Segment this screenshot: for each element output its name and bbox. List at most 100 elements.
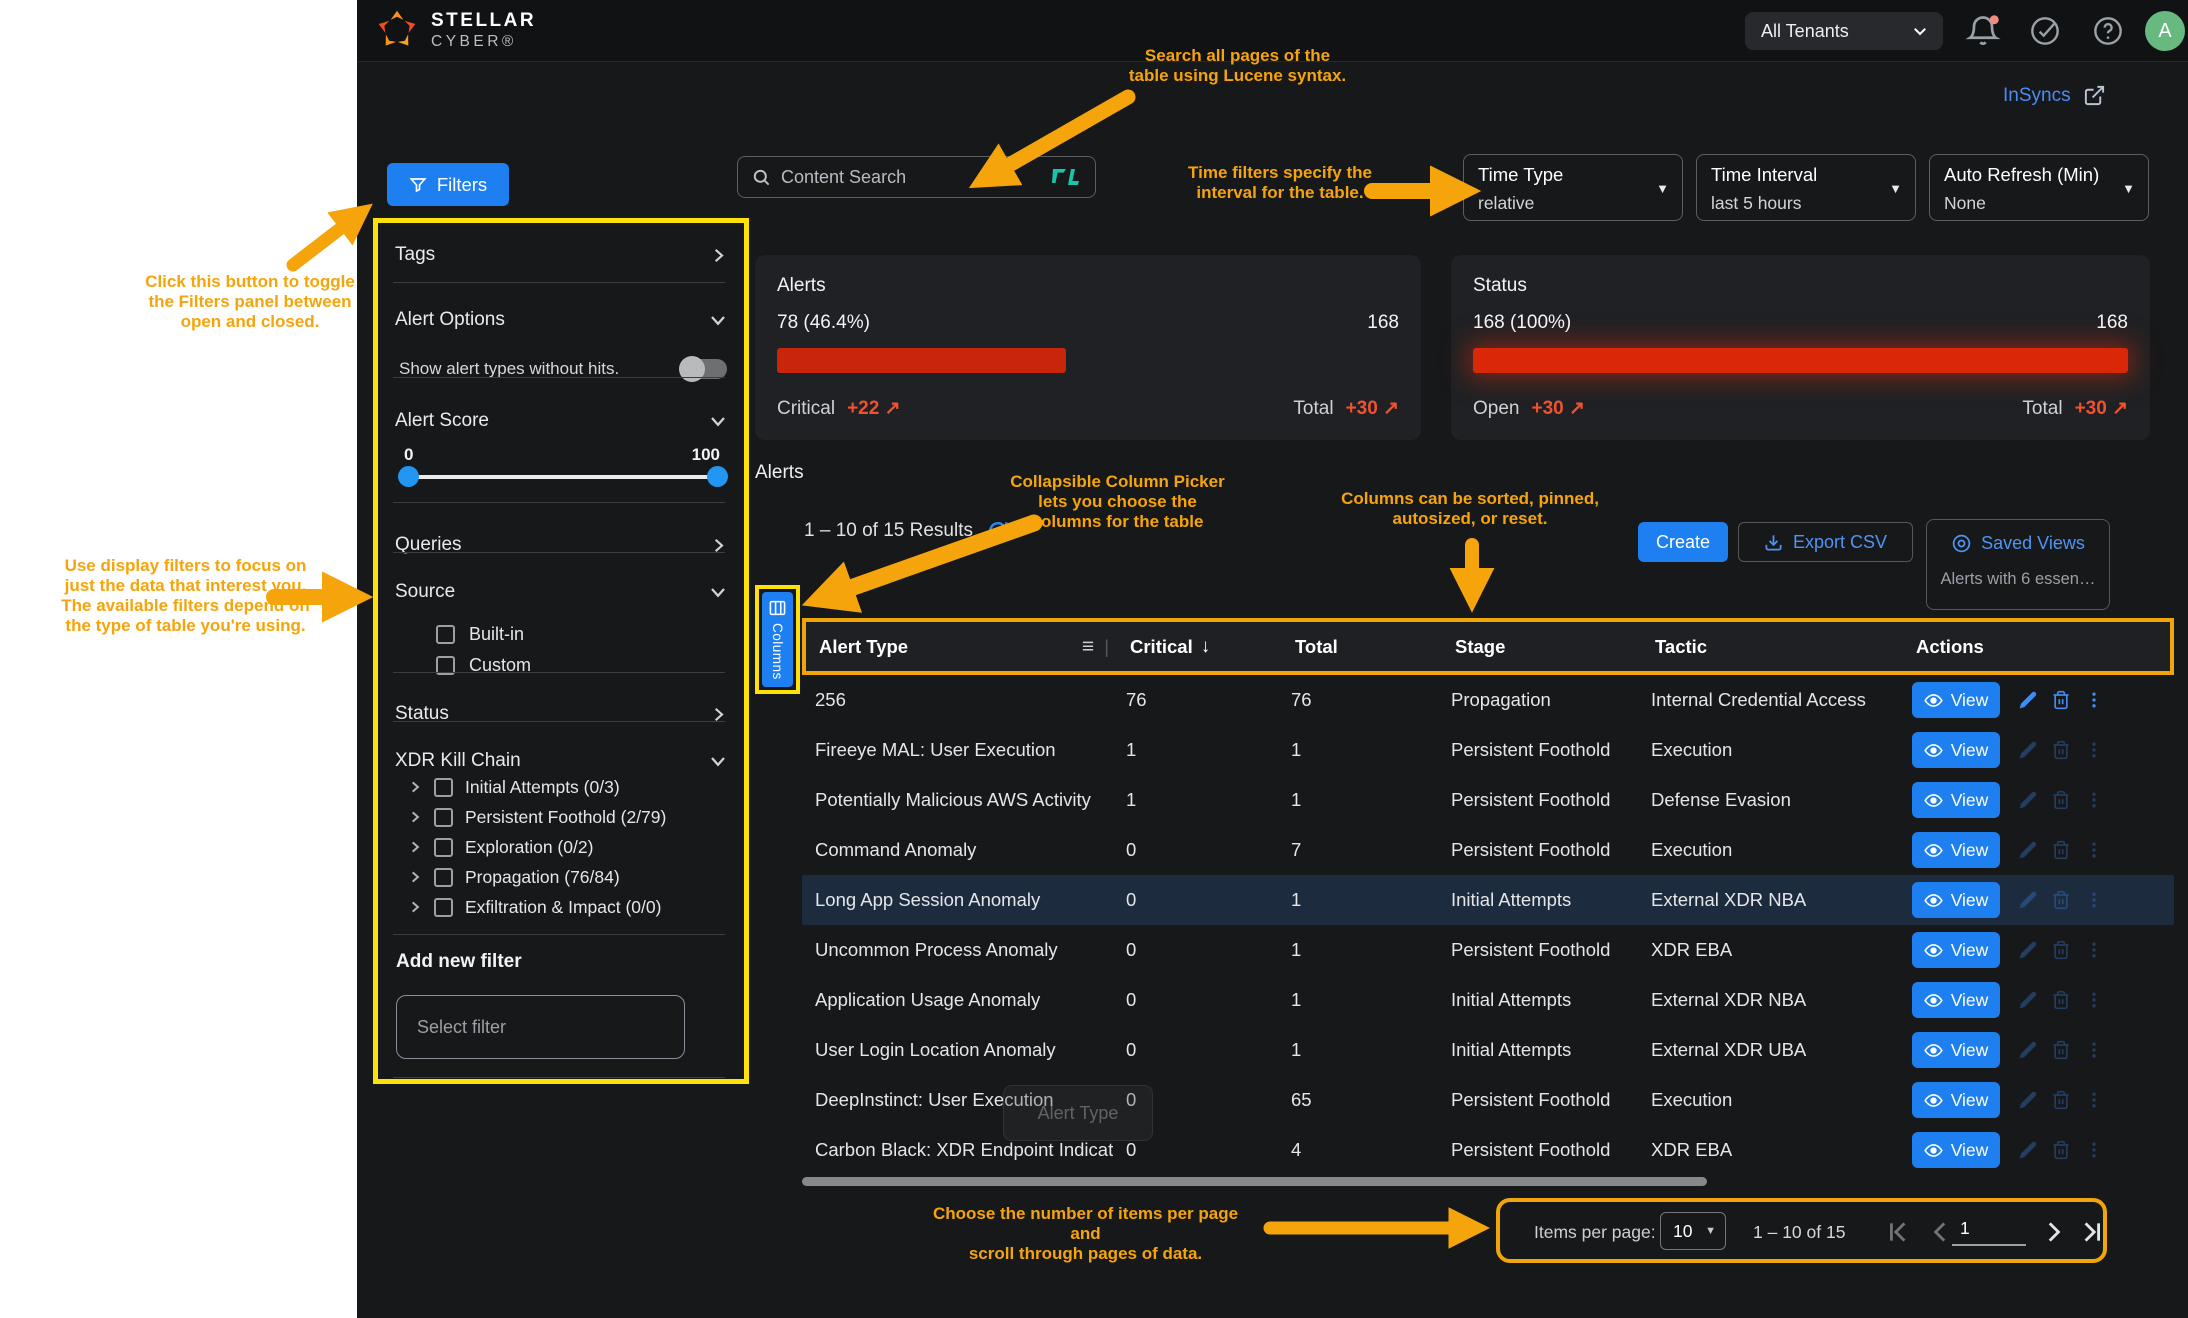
- source-option-built-in[interactable]: Built-in: [436, 618, 524, 650]
- edit-pencil-icon[interactable]: [2018, 790, 2038, 810]
- view-button[interactable]: View: [1912, 982, 2000, 1018]
- checkbox[interactable]: [434, 838, 453, 857]
- edit-pencil-icon[interactable]: [2018, 890, 2038, 910]
- view-button[interactable]: View: [1912, 1132, 2000, 1168]
- kill-chain-item[interactable]: Propagation (76/84): [378, 862, 738, 892]
- delete-trash-icon[interactable]: [2051, 690, 2071, 710]
- view-button[interactable]: View: [1912, 932, 2000, 968]
- sort-desc-icon[interactable]: ↓: [1201, 636, 1211, 658]
- table-row[interactable]: Uncommon Process Anomaly 0 1 Persistent …: [802, 925, 2174, 975]
- kill-chain-item[interactable]: Exfiltration & Impact (0/0): [378, 892, 738, 922]
- more-options-kebab-icon[interactable]: [2084, 990, 2104, 1010]
- filters-toggle-button[interactable]: Filters: [387, 163, 509, 206]
- checkbox[interactable]: [434, 868, 453, 887]
- time-control-dropdown[interactable]: Auto Refresh (Min) None ▼: [1929, 154, 2149, 221]
- filter-section-alert-options[interactable]: Alert Options: [395, 298, 727, 342]
- notifications-bell-icon[interactable]: [1965, 13, 2001, 49]
- more-options-kebab-icon[interactable]: [2084, 840, 2104, 860]
- table-row[interactable]: Long App Session Anomaly 0 1 Initial Att…: [802, 875, 2174, 925]
- column-header-critical[interactable]: Critical ↓: [1117, 636, 1282, 658]
- create-button[interactable]: Create: [1638, 522, 1728, 562]
- column-header-tactic[interactable]: Tactic: [1642, 636, 1903, 658]
- edit-pencil-icon[interactable]: [2018, 740, 2038, 760]
- column-header-alert-type[interactable]: Alert Type ≡ |: [806, 635, 1117, 659]
- checkbox[interactable]: [434, 778, 453, 797]
- more-options-kebab-icon[interactable]: [2084, 940, 2104, 960]
- expand-chevron-icon[interactable]: [408, 900, 422, 914]
- column-menu-icon[interactable]: ≡: [1082, 635, 1094, 659]
- view-button[interactable]: View: [1912, 682, 2000, 718]
- edit-pencil-icon[interactable]: [2018, 840, 2038, 860]
- delete-trash-icon[interactable]: [2051, 1140, 2071, 1160]
- checkbox[interactable]: [436, 625, 455, 644]
- help-icon[interactable]: [2092, 15, 2124, 47]
- more-options-kebab-icon[interactable]: [2084, 890, 2104, 910]
- filter-section-tags[interactable]: Tags: [395, 233, 727, 277]
- more-options-kebab-icon[interactable]: [2084, 740, 2104, 760]
- delete-trash-icon[interactable]: [2051, 990, 2071, 1010]
- column-header-total[interactable]: Total: [1282, 636, 1442, 658]
- view-button[interactable]: View: [1912, 782, 2000, 818]
- edit-pencil-icon[interactable]: [2018, 1140, 2038, 1160]
- columns-picker-button[interactable]: Columns: [762, 592, 793, 687]
- filter-section-queries[interactable]: Queries: [395, 523, 727, 567]
- table-row[interactable]: User Login Location Anomaly 0 1 Initial …: [802, 1025, 2174, 1075]
- edit-pencil-icon[interactable]: [2018, 690, 2038, 710]
- table-row[interactable]: 256 76 76 Propagation Internal Credentia…: [802, 675, 2174, 725]
- expand-chevron-icon[interactable]: [408, 810, 422, 824]
- column-header-stage[interactable]: Stage: [1442, 636, 1642, 658]
- edit-pencil-icon[interactable]: [2018, 940, 2038, 960]
- edit-pencil-icon[interactable]: [2018, 990, 2038, 1010]
- view-button[interactable]: View: [1912, 1032, 2000, 1068]
- kill-chain-item[interactable]: Initial Attempts (0/3): [378, 772, 738, 802]
- expand-chevron-icon[interactable]: [408, 870, 422, 884]
- previous-page-icon[interactable]: [1928, 1219, 1954, 1245]
- filter-section-alert-score[interactable]: Alert Score: [395, 399, 727, 443]
- horizontal-scrollbar[interactable]: [802, 1177, 1707, 1186]
- next-page-icon[interactable]: [2040, 1219, 2066, 1245]
- alert-score-slider[interactable]: [408, 475, 718, 479]
- avatar[interactable]: A: [2145, 11, 2185, 51]
- tenant-selector[interactable]: All Tenants: [1745, 12, 1943, 50]
- tasks-check-icon[interactable]: [2029, 15, 2061, 47]
- search-input[interactable]: [781, 167, 1041, 188]
- delete-trash-icon[interactable]: [2051, 1090, 2071, 1110]
- page-number-input[interactable]: [1952, 1212, 2026, 1246]
- items-per-page-select[interactable]: 10 ▼: [1660, 1212, 1726, 1250]
- expand-chevron-icon[interactable]: [408, 780, 422, 794]
- more-options-kebab-icon[interactable]: [2084, 1040, 2104, 1060]
- time-control-dropdown[interactable]: Time Interval last 5 hours ▼: [1696, 154, 1916, 221]
- first-page-icon[interactable]: [1886, 1219, 1912, 1245]
- insyncs-link[interactable]: InSyncs: [2003, 84, 2106, 107]
- source-option-custom[interactable]: Custom: [436, 649, 531, 681]
- view-button[interactable]: View: [1912, 1082, 2000, 1118]
- view-button[interactable]: View: [1912, 882, 2000, 918]
- last-page-icon[interactable]: [2078, 1219, 2104, 1245]
- slider-handle-max[interactable]: [707, 466, 728, 487]
- show-alert-types-toggle[interactable]: [681, 359, 727, 379]
- saved-views-dropdown[interactable]: Saved Views Alerts with 6 essen…: [1926, 519, 2110, 610]
- checkbox[interactable]: [434, 898, 453, 917]
- delete-trash-icon[interactable]: [2051, 740, 2071, 760]
- filter-section-source[interactable]: Source: [395, 570, 727, 614]
- delete-trash-icon[interactable]: [2051, 1040, 2071, 1060]
- view-button[interactable]: View: [1912, 732, 2000, 768]
- expand-chevron-icon[interactable]: [408, 840, 422, 854]
- table-row[interactable]: Application Usage Anomaly 0 1 Initial At…: [802, 975, 2174, 1025]
- kill-chain-item[interactable]: Persistent Foothold (2/79): [378, 802, 738, 832]
- lucene-icon[interactable]: [1051, 166, 1081, 188]
- table-row[interactable]: Fireeye MAL: User Execution 1 1 Persiste…: [802, 725, 2174, 775]
- slider-handle-min[interactable]: [398, 466, 419, 487]
- view-button[interactable]: View: [1912, 832, 2000, 868]
- delete-trash-icon[interactable]: [2051, 890, 2071, 910]
- delete-trash-icon[interactable]: [2051, 790, 2071, 810]
- edit-pencil-icon[interactable]: [2018, 1040, 2038, 1060]
- table-row[interactable]: Command Anomaly 0 7 Persistent Foothold …: [802, 825, 2174, 875]
- delete-trash-icon[interactable]: [2051, 840, 2071, 860]
- select-filter-input[interactable]: [396, 995, 685, 1059]
- more-options-kebab-icon[interactable]: [2084, 1090, 2104, 1110]
- more-options-kebab-icon[interactable]: [2084, 690, 2104, 710]
- export-csv-button[interactable]: Export CSV: [1738, 522, 1913, 562]
- delete-trash-icon[interactable]: [2051, 940, 2071, 960]
- more-options-kebab-icon[interactable]: [2084, 790, 2104, 810]
